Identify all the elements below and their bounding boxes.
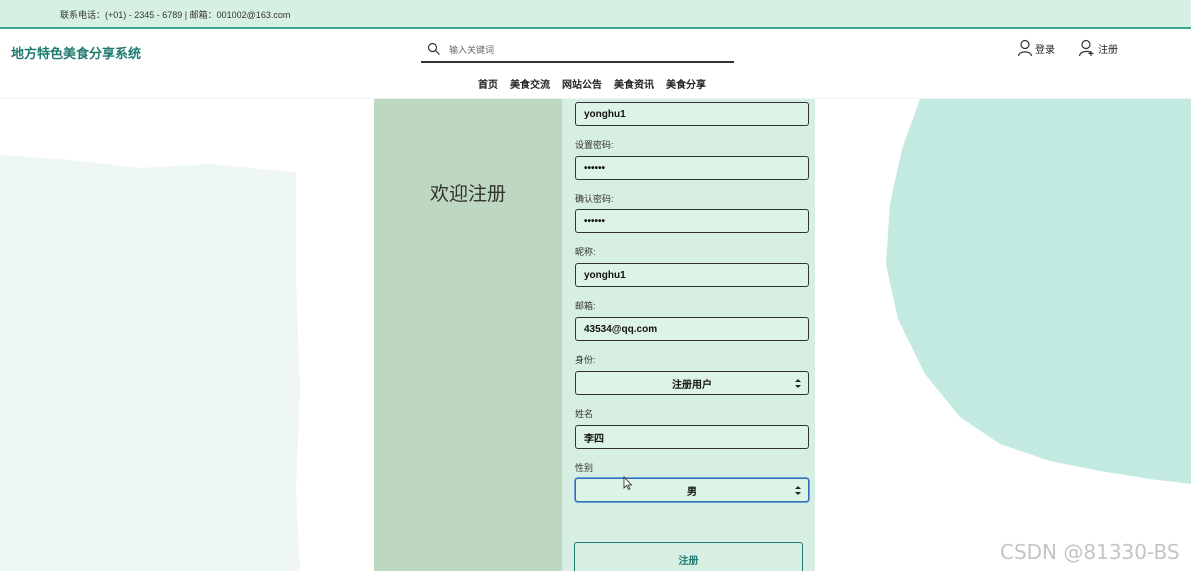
select-arrows-icon — [795, 379, 801, 388]
welcome-panel: 欢迎注册 — [374, 99, 562, 571]
register-link[interactable]: 注册 — [1078, 39, 1118, 57]
gender-label: 性别 — [575, 463, 594, 473]
name-input[interactable] — [575, 425, 809, 449]
email-input[interactable] — [575, 317, 809, 341]
contact-info: 联系电话：(+01) - 2345 - 6789 | 邮箱：001002@163… — [60, 10, 291, 20]
login-label: 登录 — [1035, 44, 1055, 56]
identity-label: 身份: — [575, 355, 596, 365]
login-link[interactable]: 登录 — [1017, 39, 1055, 57]
register-label: 注册 — [1098, 44, 1118, 56]
nav-item-announcements[interactable]: 网站公告 — [562, 76, 602, 91]
add-user-icon — [1078, 39, 1094, 57]
main-nav: 首页 美食交流 网站公告 美食资讯 美食分享 — [478, 76, 706, 91]
confirm-password-label: 确认密码: — [575, 194, 614, 204]
select-arrows-icon — [795, 486, 801, 495]
register-button[interactable]: 注册 — [574, 542, 803, 571]
password-input[interactable] — [575, 156, 809, 180]
decorative-blob-right — [886, 99, 1191, 484]
welcome-title: 欢迎注册 — [430, 184, 507, 205]
header: 地方特色美食分享系统 登录 注册 首页 美食交流 网站公告 美食资讯 美食分享 — [0, 31, 1191, 99]
mouse-cursor-icon — [623, 476, 633, 490]
identity-select[interactable]: 注册用户 — [575, 371, 809, 395]
confirm-password-input[interactable] — [575, 209, 809, 233]
nav-item-home[interactable]: 首页 — [478, 76, 498, 91]
name-label: 姓名 — [575, 409, 594, 419]
watermark: CSDN @81330-BS — [1000, 540, 1180, 564]
gender-value: 男 — [687, 486, 697, 498]
password-label: 设置密码: — [575, 140, 614, 150]
gender-select[interactable]: 男 — [575, 478, 809, 502]
username-input[interactable] — [575, 102, 809, 126]
search-input[interactable] — [449, 41, 719, 59]
search-bar — [421, 37, 734, 63]
nickname-label: 昵称: — [575, 247, 596, 257]
nickname-input[interactable] — [575, 263, 809, 287]
nav-item-food-news[interactable]: 美食资讯 — [614, 76, 654, 91]
site-title[interactable]: 地方特色美食分享系统 — [11, 43, 141, 62]
nav-item-food-exchange[interactable]: 美食交流 — [510, 76, 550, 91]
search-icon[interactable] — [427, 42, 441, 56]
register-form: 设置密码: 确认密码: 昵称: 邮箱: 身份: 注册用户 姓名 性别 男 注册 — [562, 99, 815, 571]
user-icon — [1017, 39, 1033, 57]
email-label: 邮箱: — [575, 301, 596, 311]
decorative-blob-left — [0, 155, 300, 571]
topbar: 联系电话：(+01) - 2345 - 6789 | 邮箱：001002@163… — [0, 0, 1191, 29]
identity-value: 注册用户 — [672, 379, 712, 391]
nav-item-food-share[interactable]: 美食分享 — [666, 76, 706, 91]
